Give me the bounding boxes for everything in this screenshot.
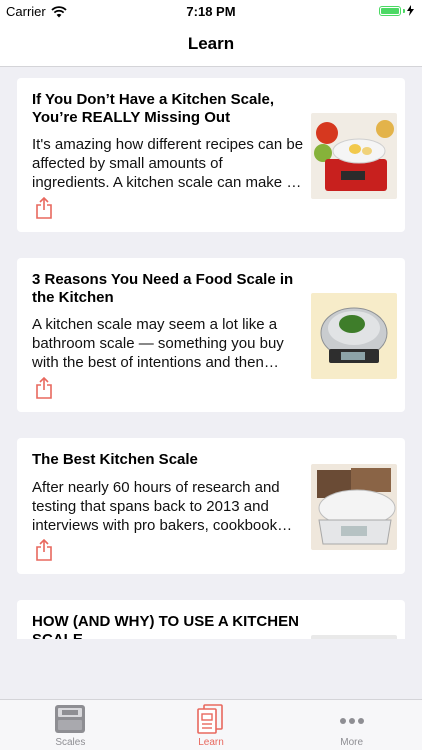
article-title: 3 Reasons You Need a Food Scale in the K… bbox=[32, 271, 294, 306]
more-dots-icon bbox=[339, 718, 364, 724]
article-thumbnail bbox=[311, 464, 397, 550]
article-list[interactable]: If You Don’t Have a Kitchen Scale, You’r… bbox=[0, 67, 422, 639]
scale-icon bbox=[55, 705, 86, 733]
tab-more[interactable]: More bbox=[281, 700, 422, 750]
article-card[interactable]: 3 Reasons You Need a Food Scale in the K… bbox=[17, 258, 405, 412]
status-right bbox=[379, 5, 414, 16]
article-description: A kitchen scale may seem a lot like a ba… bbox=[32, 316, 284, 371]
article-thumbnail bbox=[311, 293, 397, 379]
share-icon[interactable] bbox=[35, 539, 53, 561]
tab-more-label: More bbox=[340, 737, 364, 748]
learn-book-icon bbox=[197, 704, 223, 734]
article-title: If You Don’t Have a Kitchen Scale, You’r… bbox=[32, 91, 275, 126]
tab-learn-label: Learn bbox=[198, 737, 224, 748]
article-title: HOW (AND WHY) TO USE A KITCHEN SCALE bbox=[32, 613, 299, 639]
article-description: It's amazing how different recipes can b… bbox=[32, 136, 304, 191]
tab-learn[interactable]: Learn bbox=[141, 700, 282, 750]
article-card[interactable]: If You Don’t Have a Kitchen Scale, You’r… bbox=[17, 78, 405, 232]
tab-scales-label: Scales bbox=[55, 737, 86, 748]
battery-tip bbox=[403, 8, 405, 13]
charging-bolt-icon bbox=[407, 5, 414, 16]
tab-scales[interactable]: Scales bbox=[0, 700, 141, 750]
page-title: Learn bbox=[187, 34, 235, 53]
battery-icon bbox=[379, 5, 401, 16]
article-description: After nearly 60 hours of research and te… bbox=[32, 479, 280, 534]
article-thumbnail bbox=[311, 113, 397, 199]
article-card[interactable]: The Best Kitchen Scale After nearly 60 h… bbox=[17, 438, 405, 574]
status-time: 7:18 PM bbox=[186, 4, 236, 19]
article-card[interactable]: HOW (AND WHY) TO USE A KITCHEN SCALE bbox=[17, 600, 405, 639]
battery-fill bbox=[381, 7, 399, 14]
tab-bar: Scales Learn More bbox=[0, 699, 422, 750]
share-icon[interactable] bbox=[35, 197, 53, 219]
article-thumbnail bbox=[311, 635, 397, 639]
status-bar: Carrier 7:18 PM bbox=[0, 0, 422, 22]
share-icon[interactable] bbox=[35, 377, 53, 399]
article-title: The Best Kitchen Scale bbox=[32, 451, 198, 468]
nav-bar: Learn bbox=[0, 22, 422, 67]
